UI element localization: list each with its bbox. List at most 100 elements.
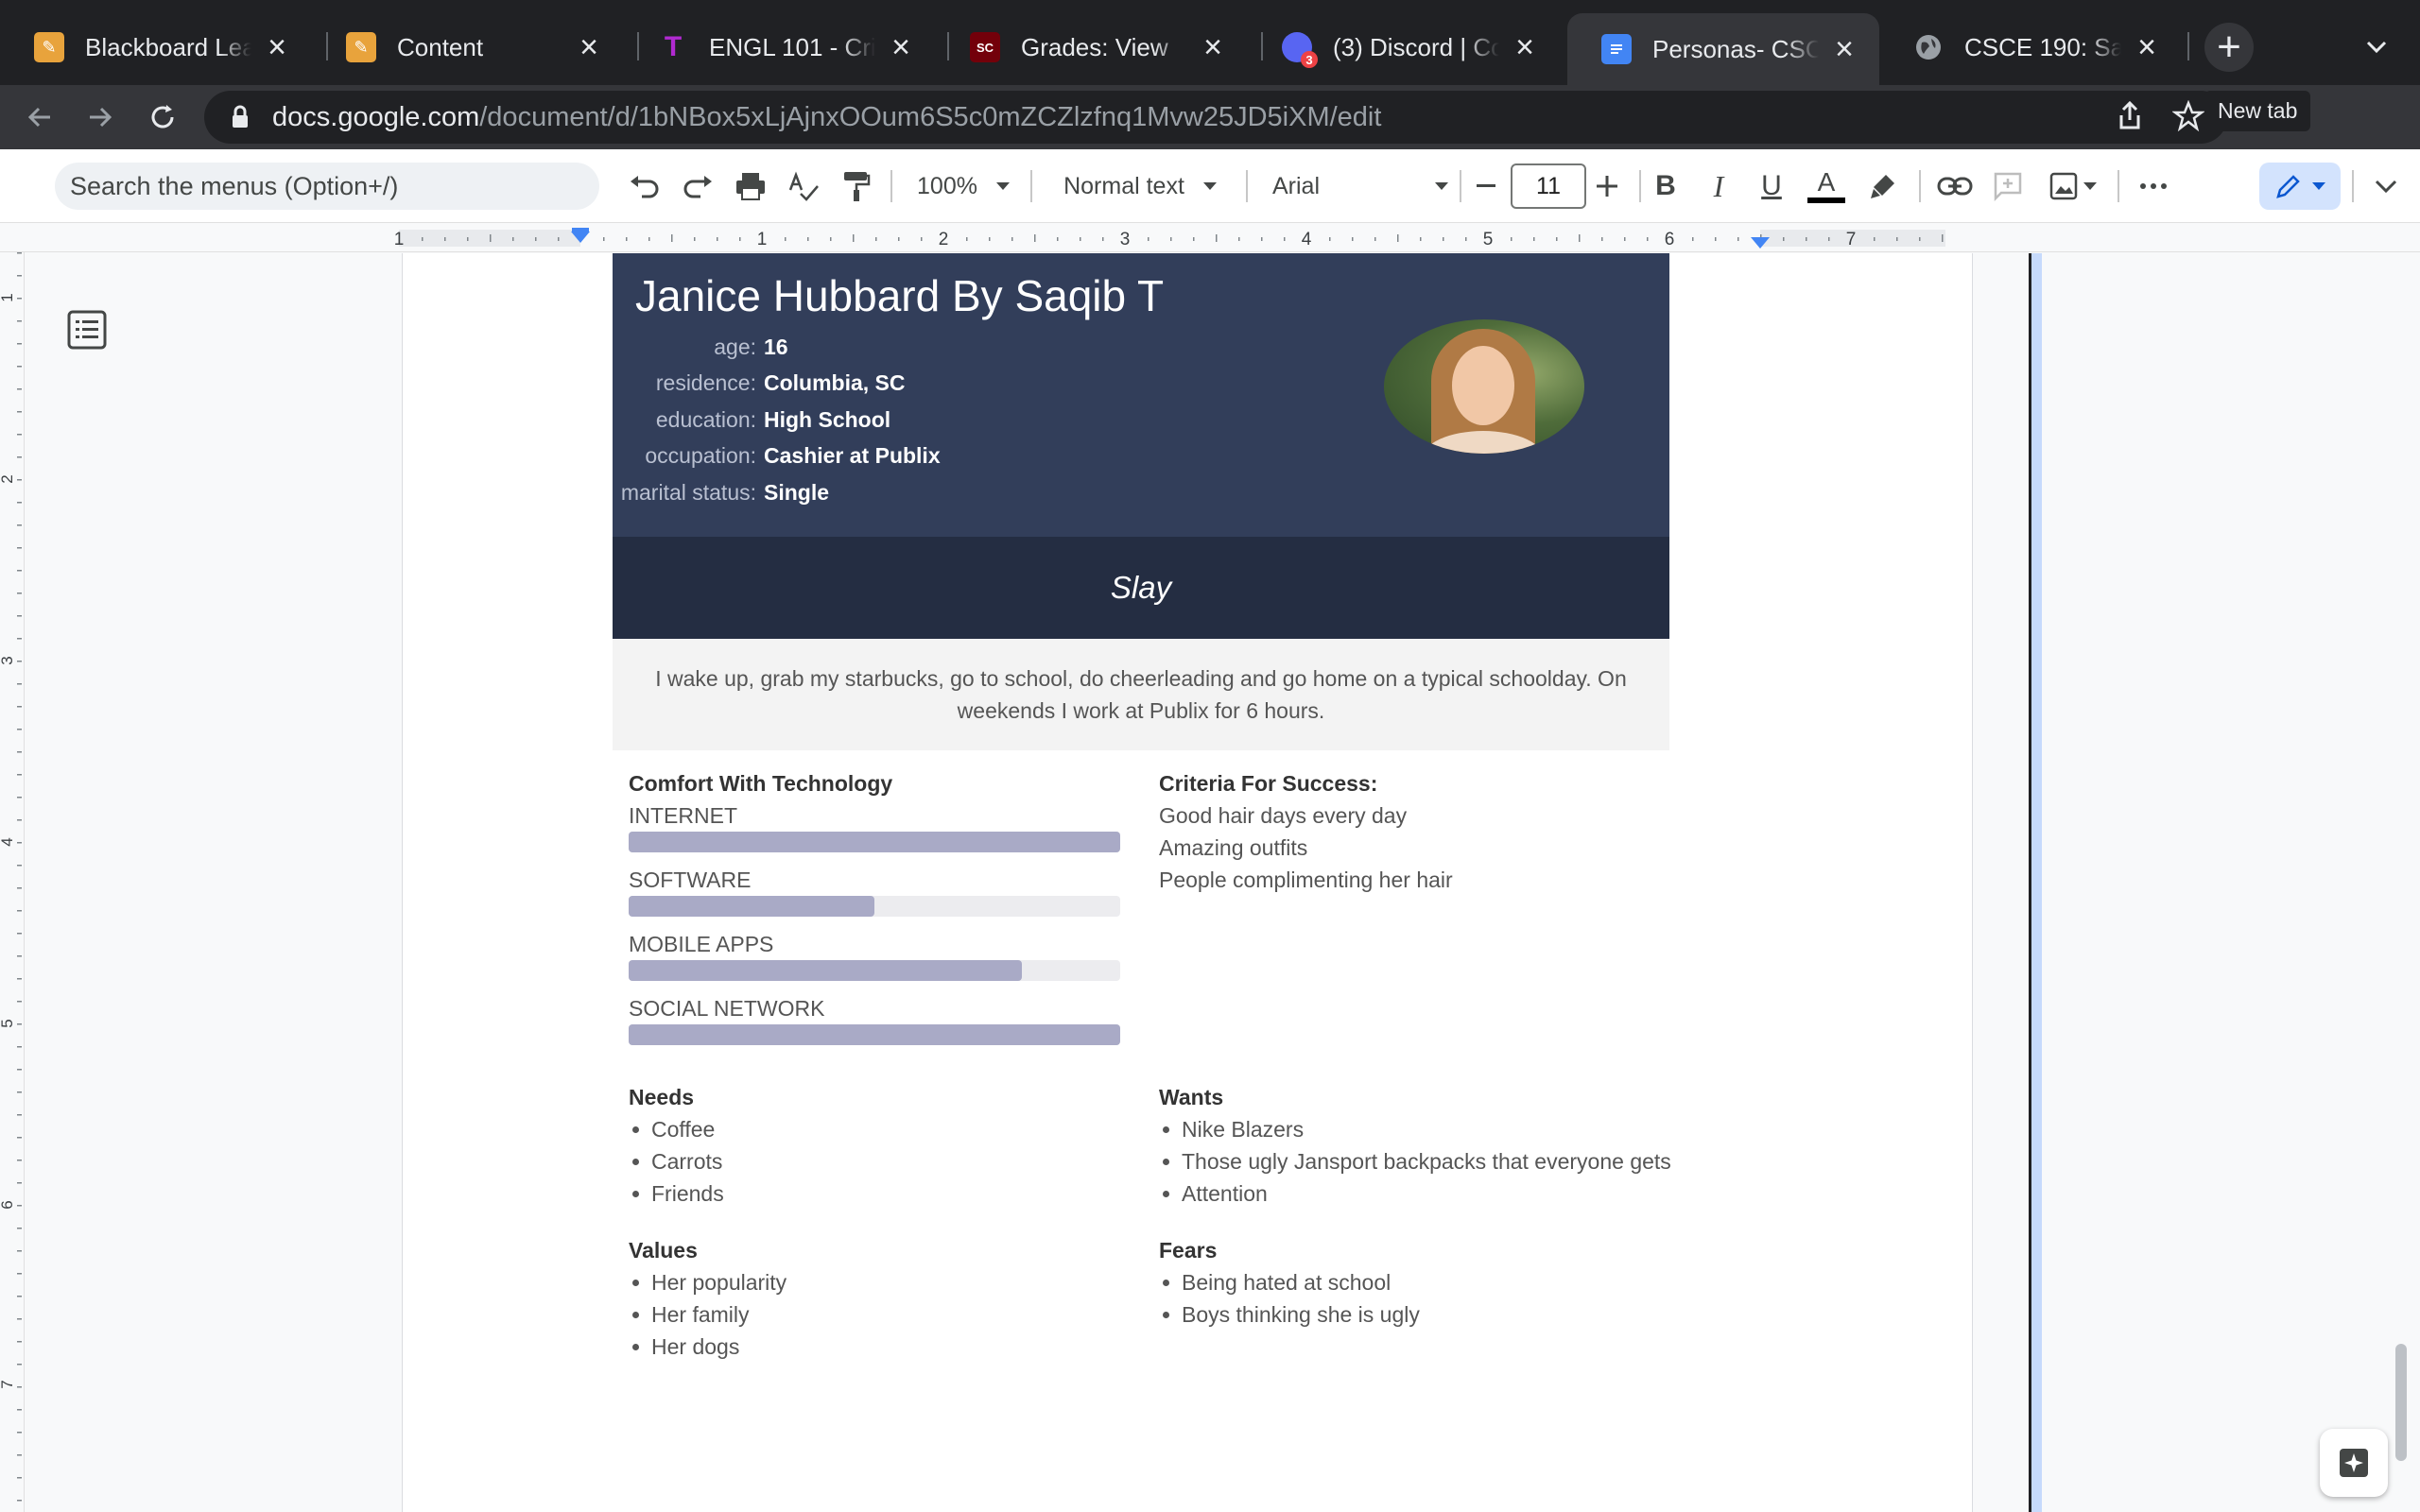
navigation-bar: docs.google.com/document/d/1bNBox5xLjAjn… — [0, 85, 2420, 215]
ruler-number: 2 — [939, 230, 949, 249]
share-icon[interactable] — [2114, 100, 2146, 140]
bold-icon[interactable]: B — [1645, 165, 1686, 207]
undo-icon[interactable] — [624, 165, 666, 207]
ruler-tick — [17, 887, 22, 889]
ruler-tick — [1511, 237, 1512, 241]
ruler-tick — [1601, 237, 1603, 241]
font-size-input[interactable]: 11 — [1511, 163, 1586, 209]
text-color-glyph-icon: A — [1817, 167, 1836, 197]
tech-bar-fill — [629, 1024, 1120, 1045]
vertical-scrollbar[interactable] — [2395, 1344, 2407, 1461]
ruler-tick — [671, 234, 673, 242]
increase-font-size-button[interactable] — [1586, 165, 1628, 207]
hide-menus-chevron-icon[interactable] — [2365, 165, 2407, 207]
ruler-tick — [1352, 237, 1354, 241]
toolbar-divider — [1460, 170, 1461, 202]
tab-csce-190[interactable]: CSCE 190: Saqib × — [1879, 15, 2182, 79]
decrease-font-size-button[interactable] — [1465, 165, 1507, 207]
close-icon[interactable]: × — [261, 31, 293, 63]
ruler-tick — [17, 1364, 22, 1366]
tech-comfort-title: Comfort With Technology — [629, 771, 893, 796]
tab-grades-view[interactable]: SC Grades: View × — [936, 15, 1248, 79]
chevron-down-icon — [1435, 182, 1448, 190]
highlight-color-icon[interactable] — [1862, 165, 1904, 207]
ruler-number: 7 — [0, 1380, 16, 1388]
text-color-icon[interactable]: A — [1806, 165, 1847, 207]
ruler-tick — [17, 252, 22, 254]
tab-engl-101[interactable]: T ENGL 101 - Critical × — [624, 15, 936, 79]
ruler-tick — [17, 1409, 22, 1411]
close-icon[interactable]: × — [885, 31, 917, 63]
toolbar-divider — [1246, 170, 1248, 202]
tech-label: SOFTWARE — [629, 868, 752, 892]
ruler-tick — [422, 237, 424, 241]
zoom-value: 100% — [917, 172, 977, 199]
vertical-ruler[interactable]: 1 2 3 4 5 6 7 — [0, 252, 25, 1512]
ruler-tick — [1896, 237, 1898, 241]
ruler-tick — [17, 547, 22, 549]
ruler-tick — [1783, 237, 1785, 241]
bookmark-star-icon[interactable] — [2171, 99, 2205, 140]
new-tab-button[interactable]: + — [2204, 23, 2254, 72]
success-item: Good hair days every day — [1159, 803, 1408, 828]
tab-personas[interactable]: Personas- CSCE 1 × — [1567, 13, 1879, 85]
underline-icon[interactable]: U — [1751, 165, 1792, 207]
close-icon[interactable]: × — [1509, 31, 1541, 63]
italic-icon[interactable]: I — [1698, 165, 1739, 207]
toolbar-divider — [1030, 170, 1032, 202]
back-button[interactable] — [19, 96, 60, 138]
close-icon[interactable]: × — [2131, 31, 2163, 63]
horizontal-ruler[interactable]: 1 1 2 3 4 5 6 7 — [0, 224, 2420, 252]
ruler-tick — [1647, 237, 1649, 241]
ruler-tick — [17, 910, 22, 912]
ruler-tick — [1193, 237, 1195, 241]
tab-blackboard-learn[interactable]: ✎ Blackboard Learn × — [0, 15, 312, 79]
tab-content[interactable]: ✎ Content × — [312, 15, 624, 79]
document-page[interactable]: Janice Hubbard By Saqib T age: 16 residen… — [402, 253, 2042, 1512]
font-select[interactable]: Arial — [1272, 165, 1448, 207]
persona-detail-row: occupation: Cashier at Publix — [613, 438, 940, 473]
pencil-icon: ✎ — [34, 32, 64, 62]
close-icon[interactable]: × — [1828, 33, 1860, 65]
redo-icon[interactable] — [677, 165, 718, 207]
lock-icon — [233, 105, 248, 128]
ruler-tick — [17, 865, 22, 867]
spell-check-icon[interactable] — [783, 165, 824, 207]
ruler-tick — [17, 1228, 22, 1229]
explore-sparkle-button[interactable] — [2320, 1429, 2388, 1497]
add-comment-icon[interactable] — [1987, 165, 2029, 207]
zoom-select[interactable]: 100% — [909, 165, 1017, 207]
ruler-tick — [1692, 237, 1694, 241]
insert-link-icon[interactable] — [1934, 165, 1976, 207]
ruler-number: 3 — [0, 656, 16, 664]
ruler-tick — [444, 237, 446, 241]
ruler-tick — [717, 237, 718, 241]
detail-label: education: — [655, 406, 756, 432]
tab-discord[interactable]: 3 (3) Discord | Cosm × — [1248, 15, 1560, 79]
reload-button[interactable] — [142, 96, 183, 138]
search-menus-input[interactable]: Search the menus (Option+/) — [55, 163, 599, 210]
editing-mode-button[interactable] — [2259, 163, 2341, 210]
paragraph-style-select[interactable]: Normal text — [1047, 165, 1233, 207]
paint-format-icon[interactable] — [836, 165, 877, 207]
close-icon[interactable]: × — [573, 31, 605, 63]
ruler-tick — [1034, 234, 1036, 242]
print-icon[interactable] — [730, 165, 771, 207]
ruler-tick — [17, 819, 22, 821]
tab-title: (3) Discord | Cosm — [1333, 32, 1499, 61]
ruler-number: 2 — [0, 474, 16, 483]
tab-search-chevron-icon[interactable] — [2356, 26, 2397, 68]
ruler-tick — [17, 1273, 22, 1275]
insert-image-icon[interactable] — [2042, 165, 2104, 207]
close-icon[interactable]: × — [1197, 31, 1229, 63]
ruler-number: 1 — [394, 230, 405, 249]
ruler-tick — [558, 237, 560, 241]
more-options-icon[interactable] — [2133, 165, 2174, 207]
ruler-number: 6 — [0, 1200, 16, 1209]
address-bar[interactable]: docs.google.com/document/d/1bNBox5xLjAjn… — [204, 91, 2227, 144]
detail-value: Columbia, SC — [764, 369, 906, 395]
persona-detail-row: residence: Columbia, SC — [613, 365, 906, 401]
forward-button[interactable] — [79, 96, 121, 138]
ruler-number: 4 — [1302, 230, 1312, 249]
document-outline-icon[interactable] — [63, 306, 111, 353]
